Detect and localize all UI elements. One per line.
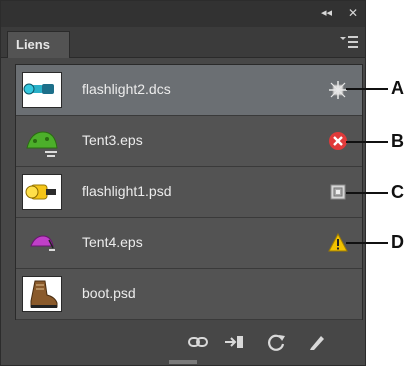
callout-line-d — [346, 242, 388, 244]
callout-line-c — [346, 192, 388, 194]
tab-label: Liens — [16, 37, 50, 52]
thumbnail-tent4 — [22, 225, 62, 261]
link-name: flashlight1.psd — [82, 183, 172, 199]
update-link-icon[interactable] — [265, 331, 287, 353]
callout-label-c: C — [391, 182, 404, 202]
edit-original-icon[interactable] — [306, 331, 328, 353]
link-name: flashlight2.dcs — [82, 81, 171, 97]
collapse-panel-button[interactable]: ◂◂ — [321, 6, 332, 20]
link-name: boot.psd — [82, 285, 136, 301]
link-row[interactable]: Tent3.eps — [16, 116, 362, 167]
links-toolbar — [1, 327, 365, 357]
callout-label-a: A — [391, 78, 404, 98]
thumbnail-flashlight1 — [22, 174, 62, 210]
panel-title-bar[interactable]: ◂◂ ✕ — [1, 1, 365, 27]
panel-menu-icon[interactable] — [339, 35, 359, 49]
go-to-link-icon[interactable] — [223, 331, 245, 353]
thumbnail-flashlight2 — [22, 72, 62, 108]
non-native-art-icon — [330, 184, 346, 200]
thumbnail-boot — [22, 276, 62, 312]
link-row[interactable]: flashlight2.dcs — [16, 65, 362, 116]
links-panel: ◂◂ ✕ Liens flashlight2.dcs Tent3.eps fla… — [0, 0, 366, 366]
link-row[interactable]: Tent4.eps — [16, 218, 362, 269]
link-name: Tent4.eps — [82, 234, 143, 250]
link-row[interactable]: boot.psd — [16, 269, 362, 320]
resize-grip-icon[interactable] — [169, 359, 197, 365]
link-name: Tent3.eps — [82, 132, 143, 148]
links-list: flashlight2.dcs Tent3.eps flashlight1.ps… — [15, 64, 363, 320]
embedded-icon — [329, 81, 347, 99]
callout-line-a — [346, 88, 388, 90]
callout-line-b — [346, 141, 388, 143]
link-row[interactable]: flashlight1.psd — [16, 167, 362, 218]
tab-row: Liens — [1, 27, 365, 58]
callout-label-d: D — [391, 232, 404, 252]
missing-link-icon — [329, 132, 347, 150]
thumbnail-tent3 — [22, 123, 62, 159]
relink-icon[interactable] — [187, 331, 209, 353]
callout-label-b: B — [391, 131, 404, 151]
tab-links[interactable]: Liens — [7, 31, 70, 58]
close-panel-button[interactable]: ✕ — [348, 6, 358, 20]
modified-warning-icon — [328, 233, 348, 252]
